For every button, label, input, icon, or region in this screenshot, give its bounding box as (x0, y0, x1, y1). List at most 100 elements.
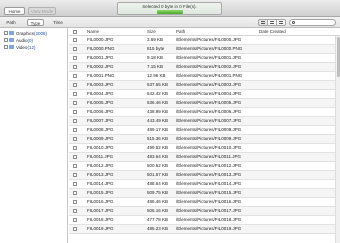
file-size: 815 byte (147, 46, 165, 51)
row-checkbox[interactable] (73, 218, 77, 222)
table-row[interactable]: FIL0008.JPG 489.17 KB/Elements/Pictures/F… (69, 126, 335, 135)
row-checkbox[interactable] (73, 56, 77, 60)
row-checkbox[interactable] (73, 74, 77, 78)
row-checkbox[interactable] (73, 209, 77, 213)
checkbox[interactable] (4, 38, 8, 42)
progress-fill (157, 10, 183, 14)
file-size: 485.46 KB (147, 199, 169, 204)
file-path: /Elements/Pictures/FIL0019.JPG (176, 226, 242, 231)
vertical-scrollbar[interactable] (335, 36, 340, 243)
file-name: FIL0001.PNG (87, 73, 115, 78)
column-header-date-created[interactable]: Date Created (259, 28, 286, 36)
row-checkbox[interactable] (73, 155, 77, 159)
file-name: FIL0006.JPG (87, 109, 114, 114)
file-name: FIL0013.JPG (87, 172, 114, 177)
table-row[interactable]: FIL0001.PNG 12.96 KB/Elements/Pictures/FI… (69, 72, 335, 81)
table-row[interactable]: FIL0000.PNG 815 byte/Elements/Pictures/FI… (69, 45, 335, 54)
file-name: FIL0000.JPG (87, 37, 114, 42)
file-path: /Elements/Pictures/FIL0006.JPG (176, 109, 242, 114)
table-row[interactable]: FIL0014.JPG 488.64 KB/Elements/Pictures/F… (69, 180, 335, 189)
sidebar: Graphics(2008) Audio(0) Video(12) (0, 28, 68, 243)
table-row[interactable]: FIL0019.JPG 485.23 KB/Elements/Pictures/F… (69, 225, 335, 234)
row-checkbox[interactable] (73, 65, 77, 69)
row-checkbox[interactable] (73, 227, 77, 231)
table-row[interactable]: FIL0017.JPG 506.16 KB/Elements/Pictures/F… (69, 207, 335, 216)
file-size: 438.99 KB (147, 109, 169, 114)
checkbox[interactable] (4, 31, 8, 35)
table-row[interactable]: FIL0012.JPG 500.62 KB/Elements/Pictures/F… (69, 162, 335, 171)
row-checkbox[interactable] (73, 92, 77, 96)
table-row[interactable]: FIL0002.JPG 7.15 KB/Elements/Pictures/FIL… (69, 63, 335, 72)
file-name: FIL0017.JPG (87, 208, 114, 213)
table-row[interactable]: FIL0005.JPG 536.46 KB/Elements/Pictures/F… (69, 99, 335, 108)
table-row[interactable]: FIL0000.JPG 3.69 KB/Elements/Pictures/FIL… (69, 36, 335, 45)
row-checkbox[interactable] (73, 182, 77, 186)
home-button[interactable]: Home (4, 7, 25, 15)
file-name: FIL0007.JPG (87, 118, 114, 123)
file-name: FIL0000.PNG (87, 46, 115, 51)
title-bar: Home View Mode Selected 0 byte in 0 File… (0, 0, 340, 17)
grid-view-icon[interactable] (276, 19, 286, 26)
file-name: FIL0015.JPG (87, 190, 114, 195)
file-name: FIL0003.JPG (87, 82, 114, 87)
file-name: FIL0018.JPG (87, 217, 114, 222)
table-row[interactable]: FIL0018.JPG 477.78 KB/Elements/Pictures/F… (69, 216, 335, 225)
column-header-path[interactable]: Path (176, 28, 185, 36)
row-checkbox[interactable] (73, 47, 77, 51)
table-row[interactable]: FIL0004.JPG 542.42 KB/Elements/Pictures/F… (69, 90, 335, 99)
file-name: FIL0009.JPG (87, 136, 114, 141)
file-size: 536.46 KB (147, 100, 169, 105)
file-path: /Elements/Pictures/FIL0011.JPG (176, 154, 241, 159)
row-checkbox[interactable] (73, 119, 77, 123)
row-checkbox[interactable] (73, 146, 77, 150)
item-count: (12) (27, 45, 36, 50)
table-row[interactable]: FIL0009.JPG 515.36 KB/Elements/Pictures/F… (69, 135, 335, 144)
file-size: 537.55 KB (147, 82, 169, 87)
checkbox[interactable] (4, 45, 8, 49)
tab-type[interactable]: Type (27, 19, 44, 26)
folder-icon (9, 31, 14, 35)
file-name: FIL0001.JPG (87, 55, 114, 60)
row-checkbox[interactable] (73, 200, 77, 204)
search-icon (292, 21, 295, 24)
table-row[interactable]: FIL0006.JPG 438.99 KB/Elements/Pictures/F… (69, 108, 335, 117)
file-size: 485.23 KB (147, 226, 169, 231)
table-row[interactable]: FIL0016.JPG 485.46 KB/Elements/Pictures/F… (69, 198, 335, 207)
row-checkbox[interactable] (73, 101, 77, 105)
select-all-checkbox[interactable] (73, 30, 77, 34)
table-row[interactable]: FIL0003.JPG 537.55 KB/Elements/Pictures/F… (69, 81, 335, 90)
row-checkbox[interactable] (73, 191, 77, 195)
tab-time[interactable]: Time (51, 19, 65, 26)
file-name: FIL0011.JPG (87, 154, 114, 159)
file-path: /Elements/Pictures/FIL0009.JPG (176, 136, 242, 141)
column-header-size[interactable]: Size (147, 28, 156, 36)
table-row[interactable]: FIL0015.JPG 509.75 KB/Elements/Pictures/F… (69, 189, 335, 198)
row-checkbox[interactable] (73, 137, 77, 141)
search-input[interactable] (289, 19, 336, 26)
file-size: 542.42 KB (147, 91, 169, 96)
table-row[interactable]: FIL0010.JPG 499.52 KB/Elements/Pictures/F… (69, 144, 335, 153)
row-checkbox[interactable] (73, 128, 77, 132)
file-size: 515.36 KB (147, 136, 169, 141)
file-path: /Elements/Pictures/FIL0007.JPG (176, 118, 242, 123)
file-path: /Elements/Pictures/FIL0001.PNG (176, 73, 243, 78)
row-checkbox[interactable] (73, 110, 77, 114)
file-name: FIL0004.JPG (87, 91, 114, 96)
file-size: 489.17 KB (147, 127, 169, 132)
row-checkbox[interactable] (73, 83, 77, 87)
file-path: /Elements/Pictures/FIL0013.JPG (176, 172, 242, 177)
file-path: /Elements/Pictures/FIL0012.JPG (176, 163, 242, 168)
row-checkbox[interactable] (73, 38, 77, 42)
table-row[interactable]: FIL0001.JPG 9.18 KB/Elements/Pictures/FIL… (69, 54, 335, 63)
file-path: /Elements/Pictures/FIL0010.JPG (176, 145, 242, 150)
column-header-name[interactable]: Name (87, 28, 99, 36)
row-checkbox[interactable] (73, 173, 77, 177)
row-checkbox[interactable] (73, 164, 77, 168)
table-row[interactable]: FIL0007.JPG 443.49 KB/Elements/Pictures/F… (69, 117, 335, 126)
file-size: 12.96 KB (147, 73, 166, 78)
table-row[interactable]: FIL0013.JPG 501.57 KB/Elements/Pictures/F… (69, 171, 335, 180)
tab-path[interactable]: Path (4, 19, 18, 26)
view-mode-button[interactable]: View Mode (28, 7, 56, 15)
file-name: FIL0005.JPG (87, 100, 114, 105)
table-row[interactable]: FIL0011.JPG 483.64 KB/Elements/Pictures/F… (69, 153, 335, 162)
